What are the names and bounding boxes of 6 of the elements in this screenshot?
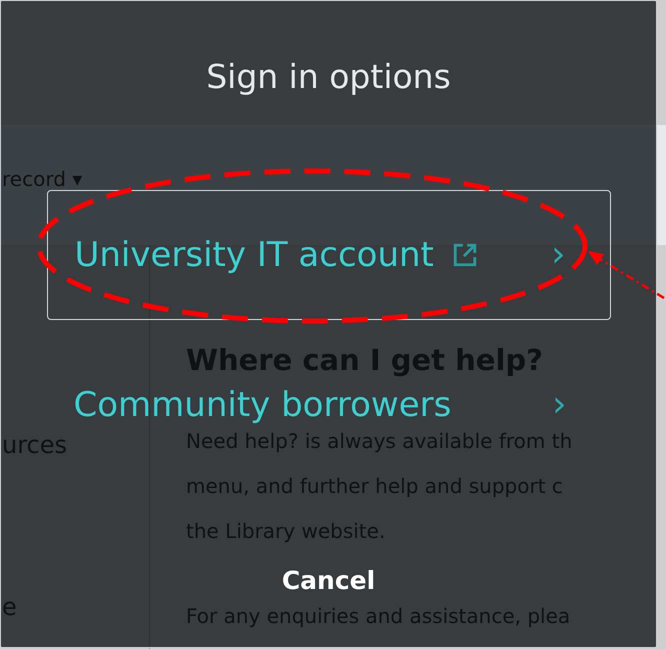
chevron-icon: ›: [551, 237, 566, 273]
sign-in-option[interactable]: University IT account ›: [46, 190, 610, 320]
chevron-icon: ›: [552, 387, 566, 423]
dialog-title: Sign in options: [206, 57, 451, 96]
cancel-button[interactable]: Cancel: [276, 564, 382, 597]
sign-in-option[interactable]: Community borrowers ›: [74, 383, 610, 427]
